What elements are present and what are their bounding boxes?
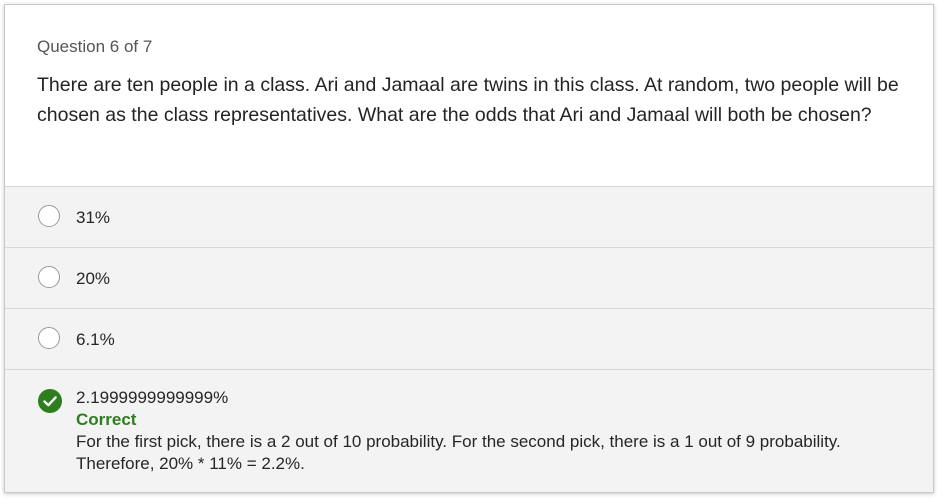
question-counter: Question 6 of 7 — [37, 37, 153, 56]
answer-option-label: 2.1999999999999% — [76, 388, 229, 407]
question-text: There are ten people in a class. Ari and… — [37, 74, 899, 126]
check-circle-icon — [38, 389, 62, 413]
answer-option-label: 31% — [76, 208, 111, 227]
radio-empty-icon[interactable] — [38, 205, 60, 227]
answer-option-4-selected[interactable]: 2.1999999999999% Correct For the first p… — [5, 370, 933, 492]
radio-empty-icon[interactable] — [38, 327, 60, 349]
quiz-question-card: Question 6 of 7 There are ten people in … — [4, 4, 934, 493]
answer-option-3[interactable]: 6.1% — [5, 309, 933, 370]
answer-option-label: 6.1% — [76, 330, 115, 349]
answer-option-label: 20% — [76, 269, 111, 288]
feedback-status: Correct — [76, 410, 137, 429]
selected-answer-block: 2.1999999999999% Correct For the first p… — [76, 387, 893, 475]
answer-option-1[interactable]: 31% — [5, 187, 933, 248]
feedback-explanation: For the first pick, there is a 2 out of … — [76, 432, 841, 473]
radio-empty-icon[interactable] — [38, 266, 60, 288]
answer-option-2[interactable]: 20% — [5, 248, 933, 309]
question-header: Question 6 of 7 There are ten people in … — [5, 5, 933, 187]
